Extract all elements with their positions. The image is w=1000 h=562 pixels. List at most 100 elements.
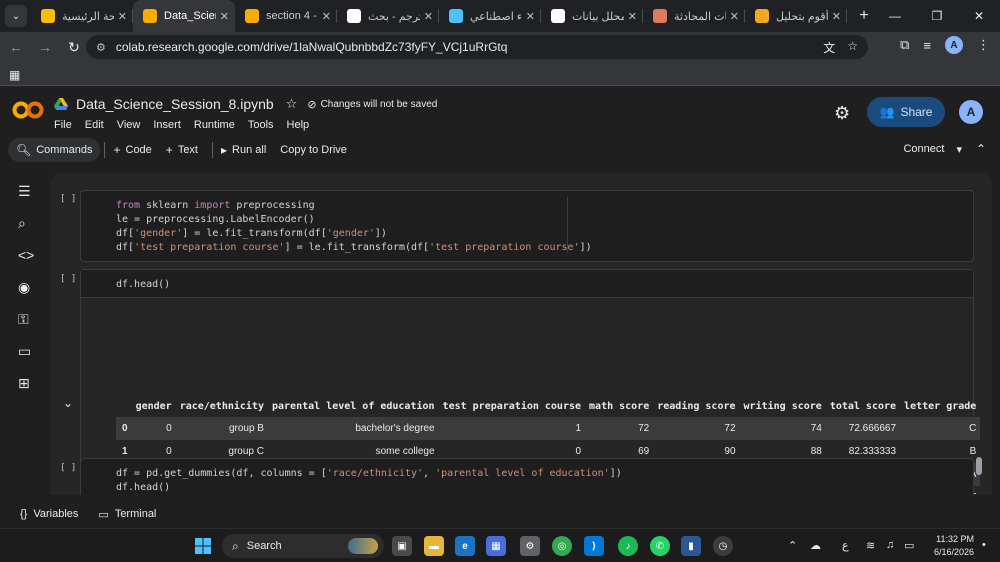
wifi-icon[interactable]: ≋ [866,539,875,552]
forward-icon[interactable]: → [32,34,58,60]
whatsapp-icon[interactable]: ✆ [650,536,670,556]
account-avatar[interactable]: A [959,100,983,124]
add-text-button[interactable]: + Text [166,143,198,157]
browser-tab[interactable]: section 4 - Colab ✕ [235,0,337,32]
secrets-key-icon[interactable]: ⚿ [18,311,29,328]
dropdown-arrow-icon[interactable]: ▾ [956,143,962,156]
tray-chevron-icon[interactable]: ⌃ [788,539,797,552]
volume-icon[interactable]: ♫ [886,539,894,551]
browser-menu-icon[interactable]: ⋮ [977,37,990,53]
onedrive-icon[interactable]: ☁ [810,539,821,552]
browser-tab[interactable]: تعليمات المحادثة ✕ [643,0,745,32]
clock-app-icon[interactable]: ◷ [713,536,733,556]
browser-tab[interactable]: سأقوم بتحليل ✕ [745,0,847,32]
task-view-icon[interactable]: ▣ [392,536,412,556]
row-index: 0 [116,417,132,440]
variables-button[interactable]: {} Variables [20,508,78,520]
code-cell[interactable]: from sklearn import preprocessing le = p… [80,190,974,262]
tab-close-icon[interactable]: ✕ [526,10,535,23]
minimize-icon[interactable]: — [874,0,916,32]
tab-close-icon[interactable]: ✕ [730,10,739,23]
browser-tab[interactable]: المترجم - بحث Google ✕ [337,0,439,32]
tab-close-icon[interactable]: ✕ [628,10,637,23]
system-clock[interactable]: 11:32 PM 6/16/2026 [922,533,974,559]
notebook-area[interactable]: [ ] from sklearn import preprocessing le… [50,173,992,495]
menu-runtime[interactable]: Runtime [194,119,235,131]
browser-tab[interactable]: ذكاء اصطناعي ✕ [439,0,541,32]
chevron-down-icon: ⌄ [11,10,21,22]
cell-run-button[interactable]: [ ] [60,194,76,204]
extensions-icon[interactable]: ⧉ [900,37,909,53]
profile-avatar[interactable]: A [945,36,963,54]
tab-close-icon[interactable]: ✕ [322,10,331,23]
bookmark-star-icon[interactable]: ☆ [847,39,858,56]
code-editor[interactable]: df.head() [81,270,973,298]
star-icon[interactable]: ☆ [286,96,298,112]
edge-browser-icon[interactable]: e [455,536,475,556]
analytics-app-icon[interactable]: ▮ [681,536,701,556]
tab-close-icon[interactable]: ✕ [220,10,229,23]
vscode-icon[interactable]: ⟩ [584,536,604,556]
battery-icon[interactable]: ▭ [904,539,914,552]
notebook-scrollbar[interactable] [976,457,982,475]
terminal-button[interactable]: ▭ Terminal [98,508,156,521]
translate-icon[interactable]: 文 [823,39,835,56]
code-line: df['test preparation course'] = le.fit_t… [116,242,592,253]
browser-tab[interactable]: شغل محلل بيانات ✕ [541,0,643,32]
media-controls-icon[interactable]: ≡ [923,38,931,53]
settings-gear-icon[interactable]: ⚙ [834,103,850,124]
menu-help[interactable]: Help [287,119,310,131]
tab-search-button[interactable]: ⌄ [5,5,27,27]
collapse-chevron-icon[interactable]: ⌃ [976,142,986,156]
spotify-icon[interactable]: ♪ [618,536,638,556]
files-folder-icon[interactable]: ▭ [18,343,31,360]
tab-close-icon[interactable]: ✕ [424,10,433,23]
tab-close-icon[interactable]: ✕ [118,10,127,23]
connect-button[interactable]: Connect ▾ [903,143,962,156]
menu-edit[interactable]: Edit [85,119,104,131]
output-collapse-chevron-icon[interactable]: ⌄ [63,396,73,410]
find-replace-icon[interactable]: ⌕ [18,215,26,232]
apps-grid-icon[interactable]: ▦ [9,68,20,82]
table-of-contents-icon[interactable]: ☰ [18,183,31,200]
drive-icon[interactable] [54,98,68,110]
cell-run-button[interactable]: [ ] [60,463,76,473]
menu-tools[interactable]: Tools [248,119,274,131]
data-table-icon[interactable]: ⊞ [18,375,30,392]
back-icon[interactable]: ← [3,34,29,60]
menu-insert[interactable]: Insert [153,119,181,131]
browser-tab[interactable]: الصفحة الرئيسية ✕ [31,0,133,32]
reload-icon[interactable]: ↻ [61,34,87,60]
run-all-button[interactable]: ▸ Run all [221,143,266,157]
menu-view[interactable]: View [117,119,141,131]
tab-close-icon[interactable]: ✕ [832,10,841,23]
notebook-title[interactable]: Data_Science_Session_8.ipynb [76,96,274,112]
code-cell[interactable]: df = pd.get_dummies(df, columns = ['race… [80,458,974,495]
table-cell: C [900,417,981,440]
column-header: test preparation course [442,400,582,412]
site-info-icon[interactable]: ⚙ [96,41,106,54]
code-snippets-icon[interactable]: <> [18,247,34,263]
menu-file[interactable]: File [54,119,72,131]
notification-bell-icon[interactable]: • [982,539,986,551]
input-language[interactable]: ع [842,539,849,552]
share-button[interactable]: 👥 Share [867,97,945,127]
close-icon[interactable]: ✕ [958,0,1000,32]
browser-tab[interactable]: Data_Science_Session_8 ✕ [133,0,235,32]
windows-start-icon[interactable] [195,538,211,554]
cell-run-button[interactable]: [ ] [60,274,76,284]
colab-logo-icon[interactable] [12,101,44,119]
cloud-off-icon: ⊘ [307,98,317,111]
code-token: , [423,468,436,479]
chrome-browser-icon[interactable]: ◎ [552,536,572,556]
copy-to-drive-button[interactable]: Copy to Drive [280,144,347,156]
file-explorer-icon[interactable]: ▬ [424,536,444,556]
address-bar[interactable]: ⚙ colab.research.google.com/drive/1laNwa… [86,35,868,59]
store-icon[interactable]: ▦ [486,536,506,556]
taskbar-search[interactable]: ⌕ Search [222,534,384,558]
add-code-button[interactable]: + Code [113,143,151,157]
variables-eye-icon[interactable]: ◉ [18,279,30,296]
maximize-icon[interactable]: ❐ [916,0,958,32]
commands-button[interactable]: 🔍︎ Commands [8,138,101,162]
settings-app-icon[interactable]: ⚙ [520,536,540,556]
